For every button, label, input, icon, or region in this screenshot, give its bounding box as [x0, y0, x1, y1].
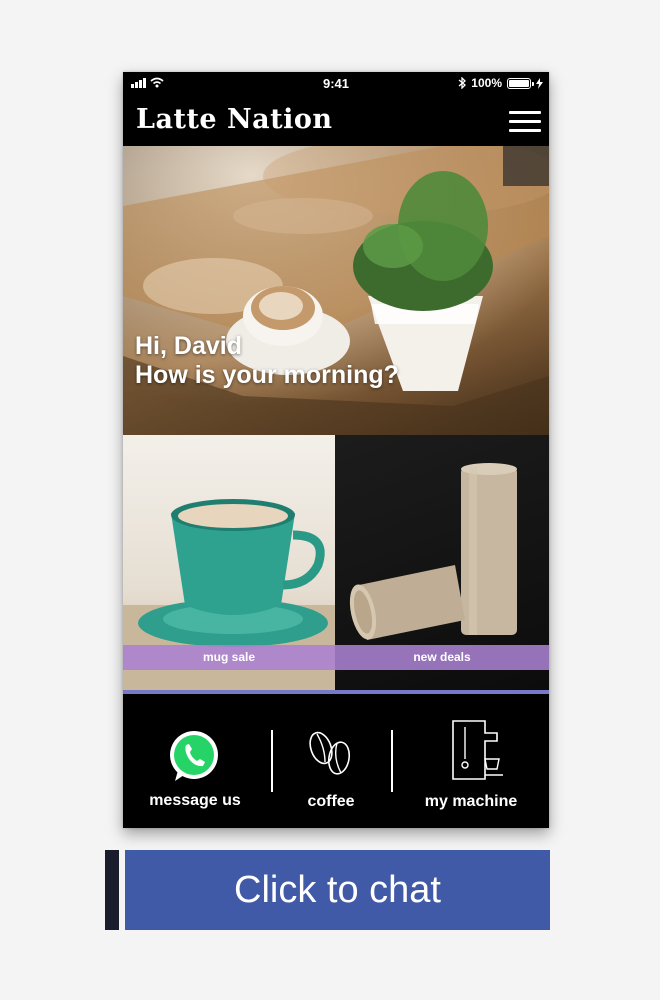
click-to-chat-button[interactable]: Click to chat [125, 850, 550, 930]
nav-label-message-us: message us [149, 792, 241, 809]
nav-label-my-machine: my machine [424, 793, 518, 810]
battery-icon [507, 77, 534, 89]
battery-level [509, 79, 529, 87]
greeting-line-name: Hi, David [135, 332, 242, 360]
nav-coffee[interactable]: coffee [273, 694, 389, 828]
status-right: 100% [458, 76, 543, 90]
bluetooth-icon [458, 77, 467, 89]
tile-label-new-deals: new deals [335, 645, 549, 670]
hero-greeting: Hi, David How is your morning? [135, 332, 399, 390]
nav-message-us[interactable]: message us [123, 694, 267, 828]
tile-label-mug-sale: mug sale [123, 645, 335, 670]
hero-banner: Hi, David How is your morning? [123, 146, 549, 435]
coffee-beans-icon [309, 731, 351, 775]
hero-photo [123, 146, 549, 435]
greeting-line-question: How is your morning? [135, 361, 399, 389]
phone-screen: 9:41 100% Latte Nation Hi, David How is … [123, 72, 549, 828]
whatsapp-icon [170, 731, 218, 781]
app-header: Latte Nation [123, 94, 549, 146]
nav-label-coffee: coffee [307, 793, 355, 810]
nav-my-machine[interactable]: my machine [393, 694, 549, 828]
battery-percent: 100% [471, 76, 502, 90]
tile-new-deals[interactable]: new deals [335, 435, 549, 691]
bottom-nav: message us coffee my machine [123, 694, 549, 828]
charging-icon [536, 77, 543, 89]
status-bar: 9:41 100% [123, 72, 549, 94]
tile-mug-sale[interactable]: mug sale [123, 435, 335, 691]
brand-logo: Latte Nation [136, 104, 333, 135]
chat-cta: Click to chat [105, 850, 550, 930]
chat-accent-bar [105, 850, 119, 930]
hamburger-menu-icon[interactable] [509, 111, 541, 133]
coffee-machine-icon [452, 720, 503, 780]
